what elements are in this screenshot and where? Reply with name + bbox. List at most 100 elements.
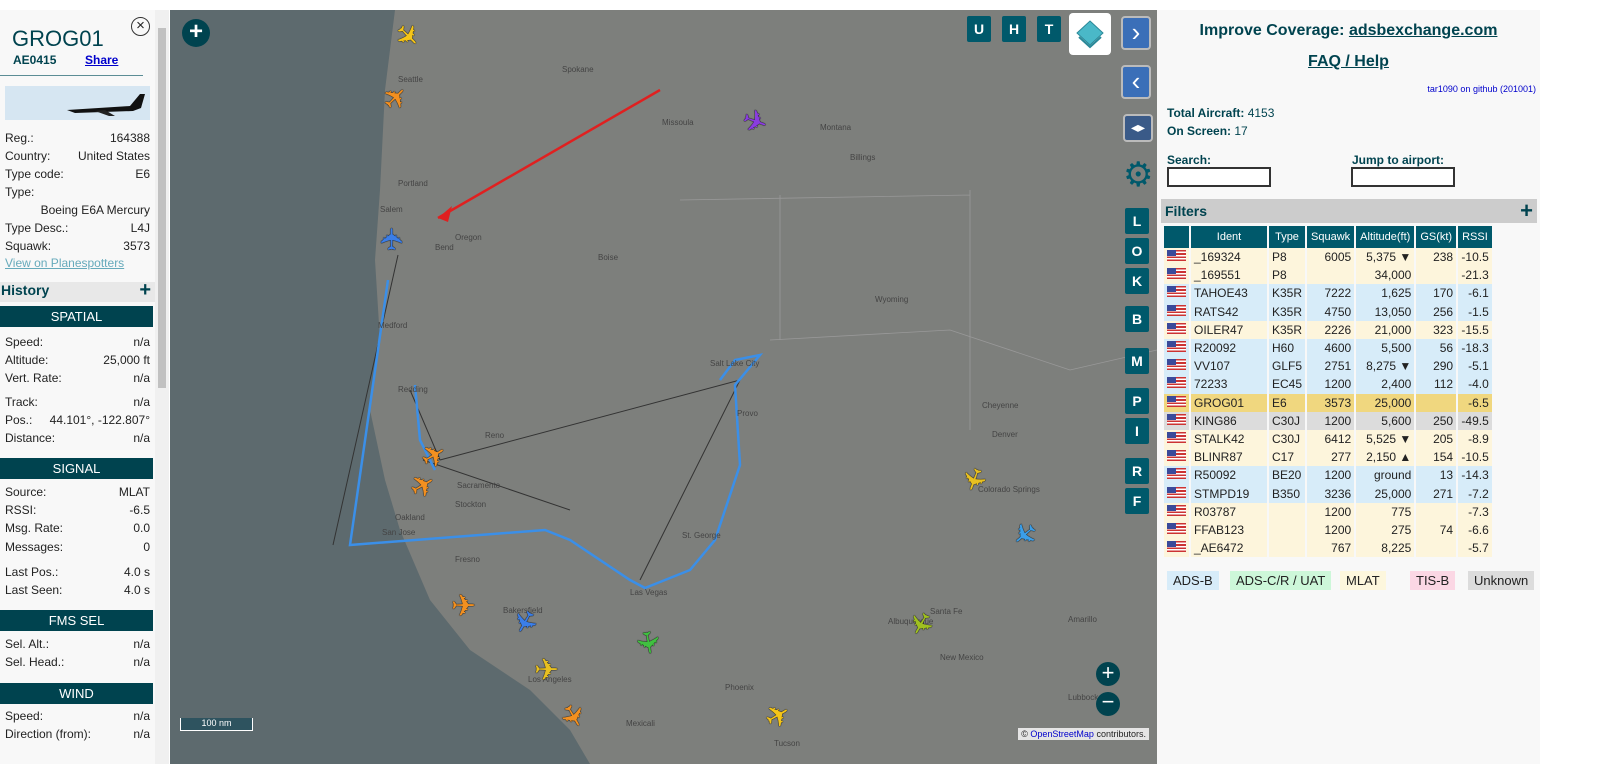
detail-value: MLAT xyxy=(118,485,150,499)
aircraft-icon[interactable]: ✈ xyxy=(534,656,559,686)
detail-label: Sel. Head.: xyxy=(5,655,65,669)
column-header[interactable]: Altitude(ft) xyxy=(1356,226,1415,248)
toggle-t-button[interactable]: T xyxy=(1037,16,1061,42)
map-label: Provo xyxy=(737,409,758,418)
detail-label: Type code: xyxy=(5,167,64,181)
table-row[interactable]: RATS42 K35R 4750 13,050 256 -1.5 xyxy=(1164,302,1492,321)
layer-b-button[interactable]: B xyxy=(1125,306,1149,332)
detail-row: Sel. Alt.: n/a xyxy=(5,637,150,655)
aircraft-icon[interactable]: ✈ xyxy=(377,226,410,251)
adsbexchange-link[interactable]: adsbexchange.com xyxy=(1349,22,1498,39)
detail-row: Pos.: 44.101°, -122.807° xyxy=(5,413,150,431)
layers-button[interactable] xyxy=(1069,13,1111,55)
cell-altitude: 5,525 ▼ xyxy=(1356,429,1415,449)
table-row[interactable]: R03787 1200 775 -7.3 xyxy=(1164,502,1492,521)
column-header[interactable]: RSSI xyxy=(1458,226,1492,248)
cell-altitude: 2,150 ▲ xyxy=(1356,448,1415,467)
cell-altitude: 5,500 xyxy=(1356,338,1415,358)
toggle-u-button[interactable]: U xyxy=(967,16,991,42)
table-row[interactable]: STMPD19 B350 3236 25,000 271 -7.2 xyxy=(1164,484,1492,503)
share-link[interactable]: Share xyxy=(85,53,118,67)
layer-f-button[interactable]: F xyxy=(1125,488,1149,514)
filters-header[interactable]: Filters + xyxy=(1161,198,1537,224)
close-icon[interactable]: × xyxy=(131,17,150,36)
layer-l-button[interactable]: L xyxy=(1125,208,1149,234)
table-row[interactable]: OILER47 K35R 2226 21,000 323 -15.5 xyxy=(1164,320,1492,339)
cell-ident: _169551 xyxy=(1191,266,1267,285)
table-row[interactable]: _169551 P8 34,000 -21.3 xyxy=(1164,266,1492,285)
search-input[interactable] xyxy=(1167,167,1271,187)
column-header[interactable]: Type xyxy=(1269,226,1306,248)
table-row[interactable]: FFAB123 1200 275 74 -6.6 xyxy=(1164,520,1492,539)
expand-arrows-icon[interactable]: ◂▸ xyxy=(1123,114,1153,142)
map[interactable]: Seattle Spokane Portland Salem Missoula Billi… xyxy=(170,10,1157,764)
zoom-in-top-button[interactable]: + xyxy=(182,19,210,47)
legend-mlat[interactable]: MLAT xyxy=(1340,571,1386,590)
history-label: History xyxy=(1,282,50,298)
scale-bar: 100 nm xyxy=(180,718,253,731)
detail-label: Last Seen: xyxy=(5,583,63,597)
left-panel-scrollbar[interactable] xyxy=(155,10,169,764)
faq-link[interactable]: FAQ / Help xyxy=(1308,53,1389,70)
cell-squawk: 1200 xyxy=(1307,466,1355,485)
airport-input[interactable] xyxy=(1351,167,1455,187)
legend-ads-c-r-uat[interactable]: ADS-C/R / UAT xyxy=(1230,571,1332,590)
aircraft-icon[interactable]: ✈ xyxy=(629,628,666,658)
history-header[interactable]: History + xyxy=(0,279,155,302)
detail-value: 164388 xyxy=(109,131,150,145)
legend-tis-b[interactable]: TIS-B xyxy=(1410,571,1456,590)
map-label: Seattle xyxy=(398,75,423,84)
layer-o-button[interactable]: O xyxy=(1125,238,1149,264)
layer-m-button[interactable]: M xyxy=(1125,348,1149,374)
table-row[interactable]: STALK42 C30J 6412 5,525 ▼ 205 -8.9 xyxy=(1164,429,1492,449)
planespotters-link[interactable]: View on Planespotters xyxy=(5,256,124,270)
detail-value: 25,000 ft xyxy=(103,353,150,367)
table-row[interactable]: 72233 EC45 1200 2,400 112 -4.0 xyxy=(1164,375,1492,394)
flag-cell xyxy=(1164,502,1189,521)
github-link[interactable]: tar1090 on github (201001) xyxy=(1427,84,1536,94)
cell-speed: 13 xyxy=(1416,466,1457,485)
legend-ads-b[interactable]: ADS-B xyxy=(1167,571,1219,590)
column-header[interactable]: Squawk xyxy=(1307,226,1355,248)
detail-label: Sel. Alt.: xyxy=(5,637,50,651)
page-margin xyxy=(1540,10,1622,764)
plus-icon[interactable]: + xyxy=(139,279,151,302)
table-row[interactable]: R50092 BE20 1200 ground 13 -14.3 xyxy=(1164,466,1492,485)
layer-p-button[interactable]: P xyxy=(1125,388,1149,414)
table-row[interactable]: BLINR87 C17 277 2,150 ▲ 154 -10.5 xyxy=(1164,448,1492,467)
chevron-right-icon[interactable]: › xyxy=(1121,16,1151,50)
flag-cell xyxy=(1164,520,1189,539)
table-row[interactable]: TAHOE43 K35R 7222 1,625 170 -6.1 xyxy=(1164,284,1492,303)
gear-icon[interactable]: ⚙ xyxy=(1123,158,1153,192)
osm-link[interactable]: OpenStreetMap xyxy=(1030,729,1094,739)
table-row[interactable]: _169324 P8 6005 5,375 ▼ 238 -10.5 xyxy=(1164,248,1492,267)
column-header[interactable]: Ident xyxy=(1191,226,1267,248)
cell-squawk: 6412 xyxy=(1307,429,1355,449)
legend-unknown[interactable]: Unknown xyxy=(1468,571,1535,590)
zoom-in-button[interactable]: + xyxy=(1096,662,1120,686)
column-header[interactable]: GS(kt) xyxy=(1416,226,1457,248)
aircraft-icon[interactable]: ✈ xyxy=(451,592,476,622)
cell-altitude: 1,625 xyxy=(1356,284,1415,303)
us-flag-icon xyxy=(1167,450,1186,462)
flag-cell xyxy=(1164,411,1189,430)
zoom-out-button[interactable]: − xyxy=(1096,691,1120,716)
map-label: Montana xyxy=(820,123,852,132)
layer-i-button[interactable]: I xyxy=(1125,418,1149,444)
table-row[interactable]: _AE6472 767 8,225 -5.7 xyxy=(1164,539,1492,558)
detail-value: n/a xyxy=(133,709,150,723)
layer-k-button[interactable]: K xyxy=(1125,268,1149,294)
chevron-left-icon[interactable]: ‹ xyxy=(1121,65,1151,99)
flag-cell xyxy=(1164,284,1189,303)
table-row[interactable]: KING86 C30J 1200 5,600 250 -49.5 xyxy=(1164,411,1492,430)
detail-row: Country: United States xyxy=(5,149,150,167)
plus-icon[interactable]: + xyxy=(1520,198,1533,224)
column-header[interactable] xyxy=(1164,226,1189,248)
layer-r-button[interactable]: R xyxy=(1125,458,1149,484)
table-row[interactable]: R20092 H60 4600 5,500 56 -18.3 xyxy=(1164,338,1492,358)
table-row[interactable]: GROG01 E6 3573 25,000 -6.5 xyxy=(1164,393,1492,412)
cell-squawk: 2226 xyxy=(1307,320,1355,339)
map-label: St. George xyxy=(682,531,721,540)
table-row[interactable]: VV107 GLF5 2751 8,275 ▼ 290 -5.1 xyxy=(1164,357,1492,376)
toggle-h-button[interactable]: H xyxy=(1002,16,1026,42)
